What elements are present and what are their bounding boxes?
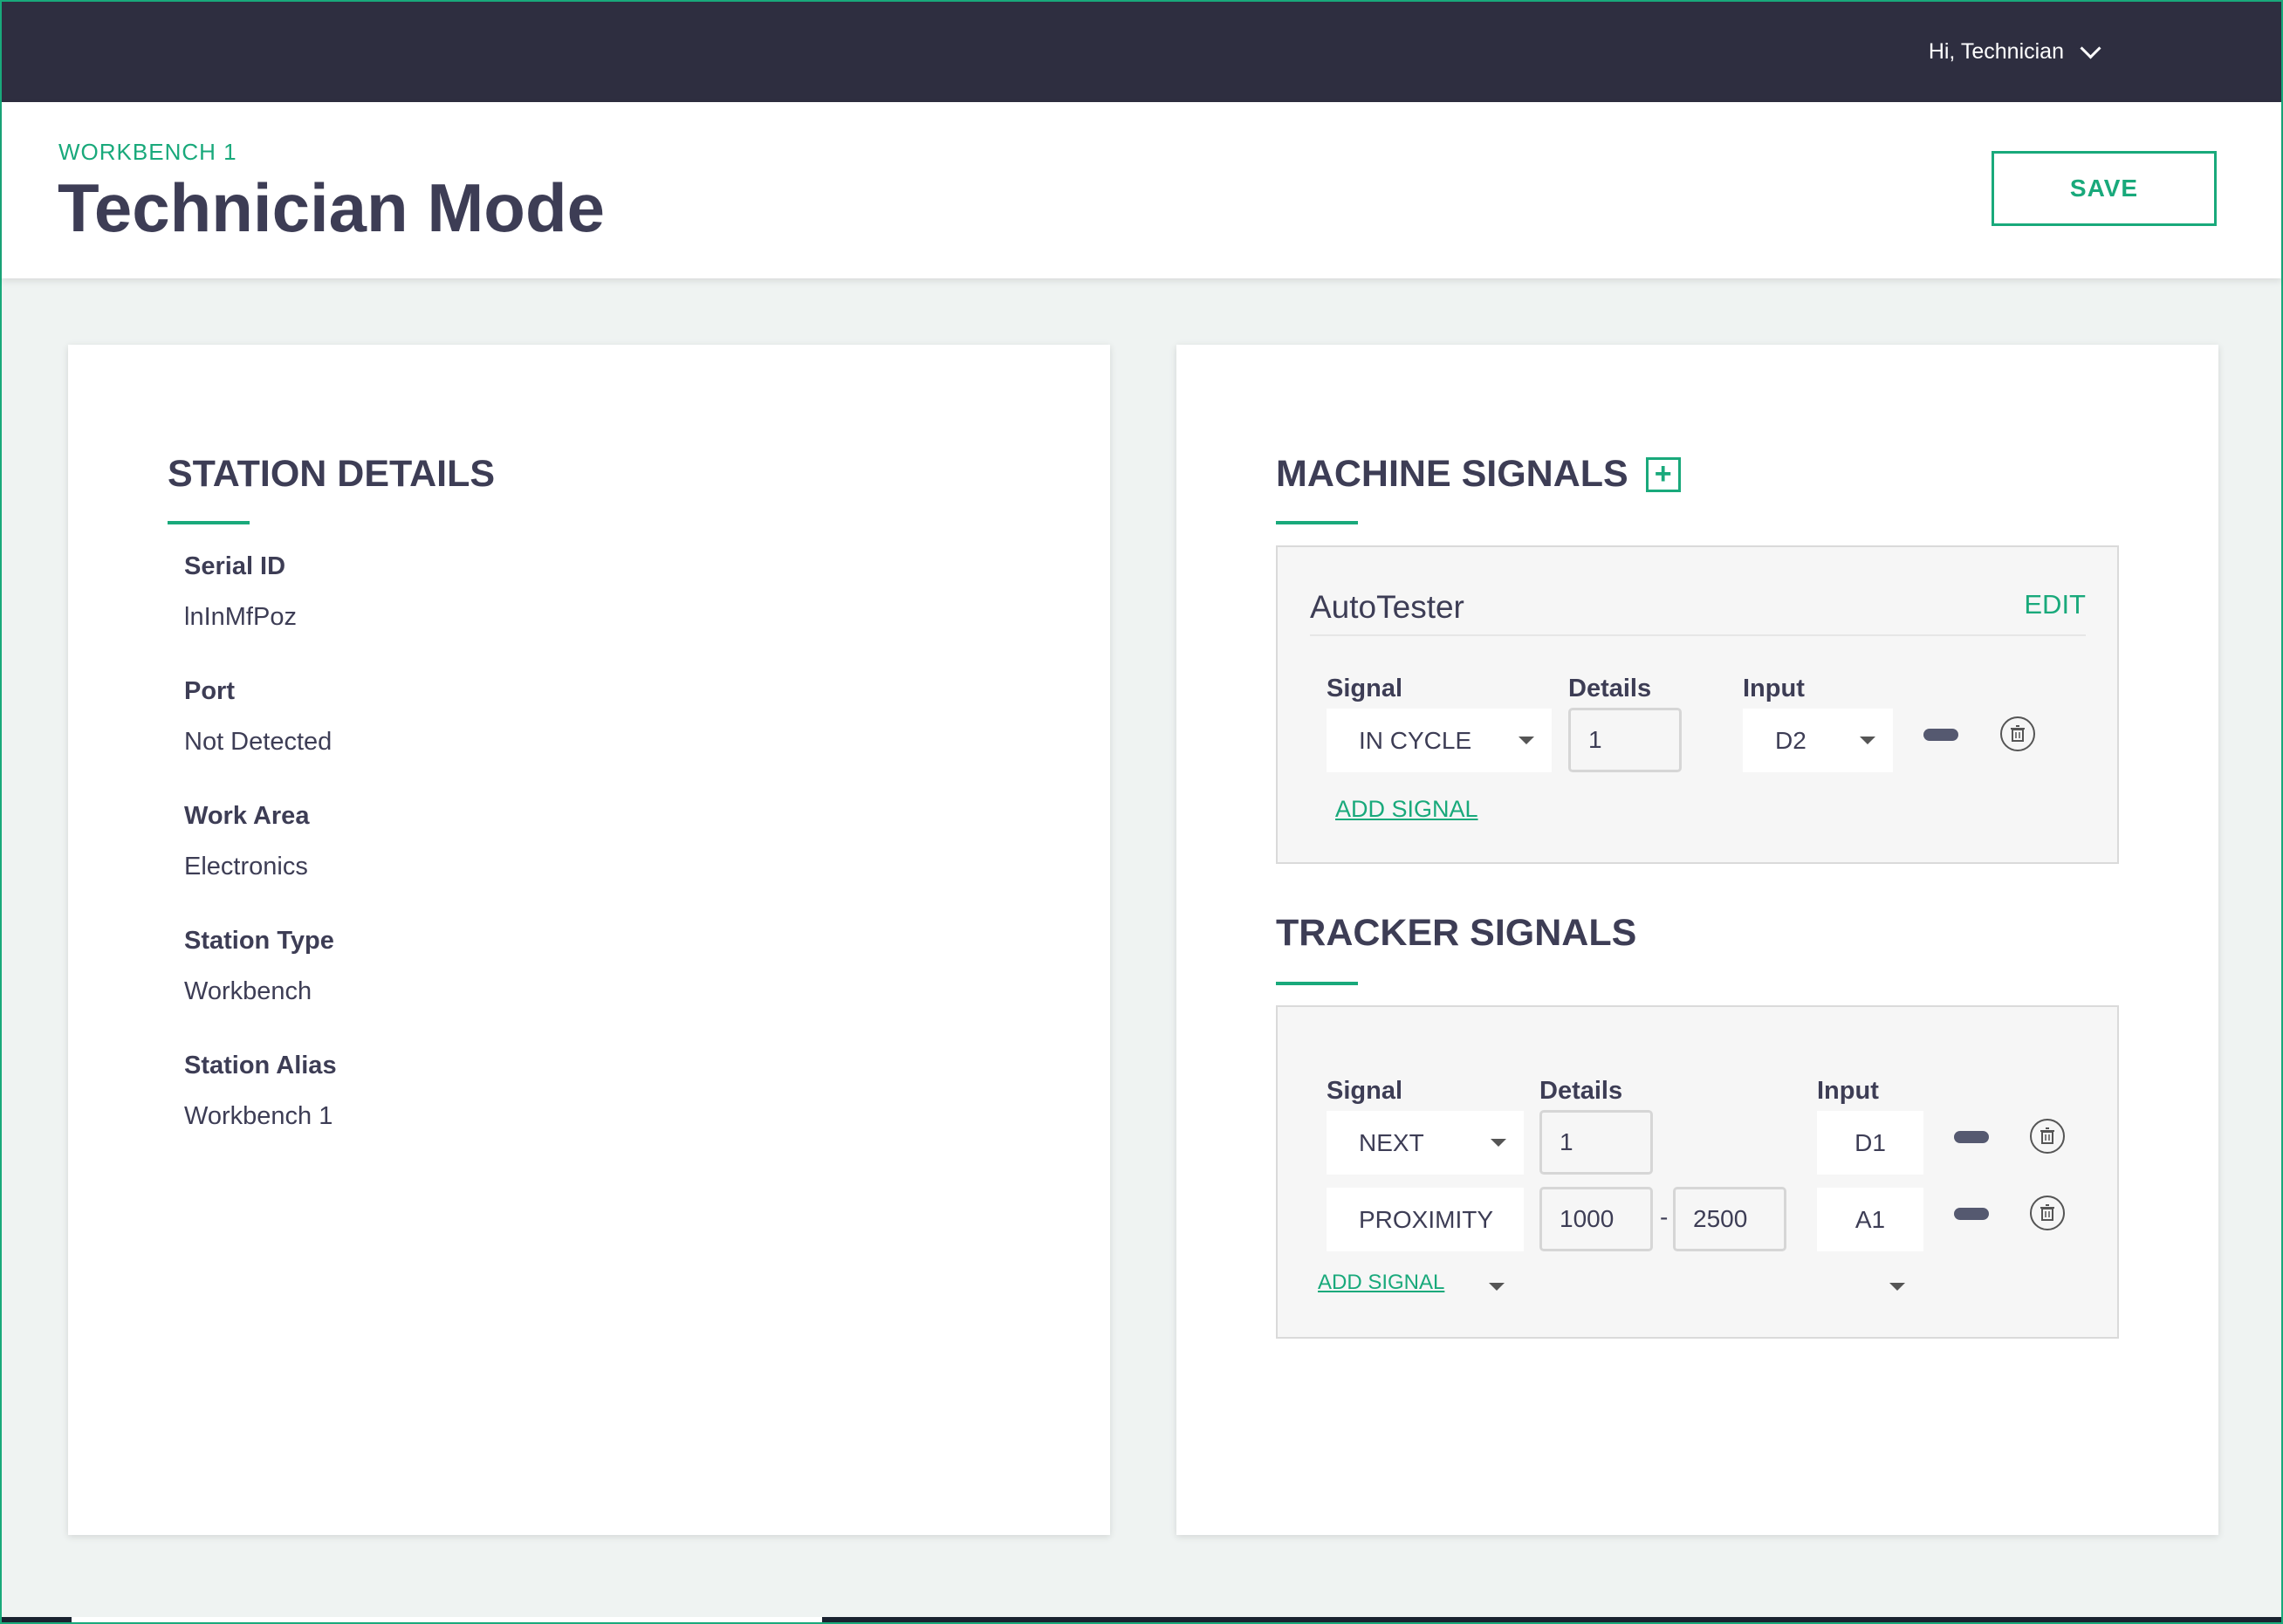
user-greeting: Hi, Technician (1928, 39, 2064, 64)
signal-column-label: Signal (1327, 1077, 1403, 1105)
station-alias-value: Workbench 1 (184, 1102, 333, 1130)
details-column-label: Details (1539, 1077, 1623, 1105)
input-select[interactable]: A1 (1817, 1188, 1923, 1251)
station-type-value: Workbench (184, 977, 312, 1005)
work-area-value: Electronics (184, 853, 308, 881)
tracker-signals-title: TRACKER SIGNALS (1276, 912, 1636, 955)
details-input[interactable]: 1 (1568, 708, 1682, 772)
machine-signals-title: MACHINE SIGNALS + (1276, 453, 1681, 496)
section-title-text: STATION DETAILS (168, 453, 496, 495)
details-input[interactable]: 1 (1539, 1110, 1653, 1175)
station-details-card: STATION DETAILS Serial ID lnInMfPoz Port… (68, 345, 1110, 1535)
station-details-title: STATION DETAILS (168, 453, 495, 496)
input-select[interactable]: D2 (1743, 709, 1893, 772)
signals-card: MACHINE SIGNALS + AutoTester EDIT Signal… (1176, 345, 2218, 1535)
section-title-text: TRACKER SIGNALS (1276, 912, 1637, 954)
machine-panel: AutoTester EDIT Signal Details Input IN … (1276, 545, 2119, 864)
signal-select[interactable]: IN CYCLE (1327, 709, 1552, 772)
signal-select[interactable]: PROXIMITY (1327, 1188, 1524, 1251)
trash-icon[interactable] (2000, 716, 2035, 751)
add-signal-button[interactable]: ADD SIGNAL (1318, 1271, 1444, 1295)
details-max-input[interactable]: 2500 (1673, 1187, 1786, 1251)
user-menu[interactable]: Hi, Technician (1928, 38, 2101, 65)
serial-id-label: Serial ID (184, 552, 286, 580)
caret-down-icon (1519, 737, 1534, 744)
plus-square-icon[interactable]: + (1645, 456, 1681, 492)
signal-select-value: IN CYCLE (1359, 726, 1472, 754)
caret-down-icon (1889, 1283, 1905, 1291)
top-bar: Hi, Technician (2, 2, 2281, 102)
work-area-label: Work Area (184, 802, 310, 830)
chevron-down-icon (2080, 38, 2101, 59)
toggle-icon[interactable] (1954, 1208, 1989, 1220)
port-label: Port (184, 677, 235, 705)
station-alias-label: Station Alias (184, 1052, 337, 1079)
station-type-label: Station Type (184, 927, 334, 955)
input-select[interactable]: D1 (1817, 1111, 1923, 1175)
bottom-scrollbar[interactable] (2, 1617, 2281, 1622)
input-column-label: Input (1817, 1077, 1879, 1105)
details-column-label: Details (1568, 675, 1652, 702)
section-underline (168, 521, 250, 524)
serial-id-value: lnInMfPoz (184, 603, 297, 631)
add-signal-button[interactable]: ADD SIGNAL (1335, 796, 1478, 823)
details-min-input[interactable]: 1000 (1539, 1187, 1653, 1251)
save-button[interactable]: SAVE (1992, 151, 2217, 226)
page-title: Technician Mode (58, 169, 605, 246)
signal-select[interactable]: NEXT (1327, 1111, 1524, 1175)
section-title-text: MACHINE SIGNALS (1276, 453, 1628, 495)
trash-icon[interactable] (2030, 1196, 2065, 1230)
input-select-value: D2 (1775, 726, 1807, 754)
page-header: WORKBENCH 1 Technician Mode SAVE (2, 102, 2281, 278)
signal-select-value: NEXT (1359, 1128, 1424, 1156)
scrollbar-thumb[interactable] (72, 1617, 822, 1622)
range-separator: - (1660, 1203, 1669, 1230)
section-underline (1276, 982, 1358, 985)
signal-select-value: PROXIMITY (1359, 1205, 1494, 1233)
caret-down-icon (1491, 1139, 1506, 1147)
breadcrumb[interactable]: WORKBENCH 1 (58, 139, 237, 166)
divider (1310, 634, 2086, 636)
tracker-panel: Signal Details Input NEXT 1 D1 PROXIMITY… (1276, 1005, 2119, 1339)
port-value: Not Detected (184, 728, 333, 756)
section-underline (1276, 521, 1358, 524)
edit-machine-button[interactable]: EDIT (2024, 589, 2086, 620)
machine-name: AutoTester (1310, 589, 1464, 625)
trash-icon[interactable] (2030, 1119, 2065, 1154)
input-column-label: Input (1743, 675, 1805, 702)
toggle-icon[interactable] (1954, 1131, 1989, 1143)
signal-column-label: Signal (1327, 675, 1403, 702)
caret-down-icon (1860, 737, 1875, 744)
caret-down-icon (1489, 1283, 1505, 1291)
toggle-icon[interactable] (1923, 729, 1958, 741)
